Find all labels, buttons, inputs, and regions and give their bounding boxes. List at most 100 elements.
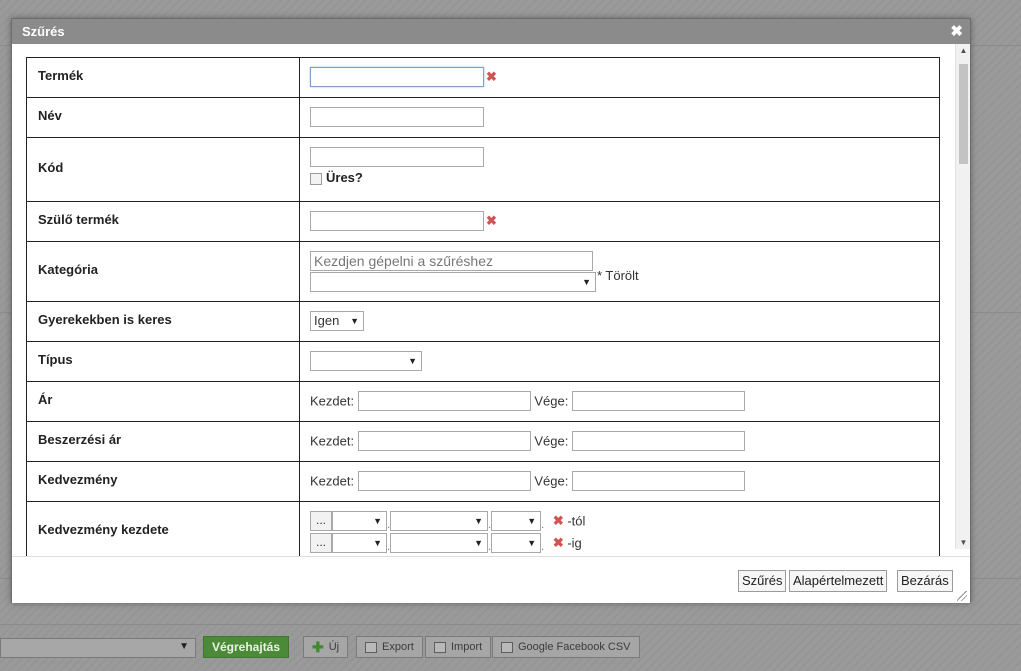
google-facebook-csv-button[interactable]: Google Facebook CSV (492, 636, 640, 658)
scroll-down-icon[interactable]: ▼ (956, 536, 971, 549)
torolt-label: * Törölt (597, 268, 639, 283)
kod-input[interactable] (310, 147, 484, 167)
chevron-down-icon: ▼ (179, 641, 189, 652)
row-gyerek: Gyerekekben is keres Igen ▼ (26, 301, 940, 342)
beszerzesi-end-label: Vége: (534, 433, 569, 449)
row-nev: Név (26, 97, 940, 138)
date-to-day-select[interactable]: ▼ (491, 533, 542, 553)
label-szulo-termek: Szülő termék (26, 201, 300, 242)
nev-input[interactable] (310, 107, 484, 127)
ures-checkbox[interactable] (310, 172, 322, 185)
dialog-footer: Szűrés Alapértelmezett Bezárás (12, 556, 970, 603)
date-from-picker-button[interactable]: ... (310, 511, 332, 531)
szulo-termek-input[interactable] (310, 211, 484, 231)
row-kedvezmeny-kezdete: Kedvezmény kezdete ... ▼. ▼. ▼. ✖ -tól ... ▼… (26, 501, 940, 556)
bg-divider (0, 624, 1021, 625)
import-icon (434, 641, 446, 653)
date-to-label: -ig (567, 535, 582, 551)
row-szulo: Szülő termék ✖ (26, 201, 940, 242)
kedvezmeny-start-input[interactable] (357, 471, 531, 491)
chevron-down-icon: ▼ (582, 277, 591, 287)
chevron-down-icon: ▼ (373, 538, 382, 548)
row-beszerzesi: Beszerzési ár Kezdet: Vége: (26, 421, 940, 462)
dialog-title: Szűrés (22, 24, 65, 39)
date-from-year-select[interactable]: ▼ (332, 511, 387, 531)
date-from-month-select[interactable]: ▼ (390, 511, 489, 531)
kedvezmeny-end-label: Vége: (534, 473, 569, 489)
row-tipus: Típus ▼ (26, 341, 940, 382)
clear-x-icon[interactable]: ✖ (486, 213, 497, 228)
plus-icon: ✚ (312, 639, 324, 655)
row-ar: Ár Kezdet: Vége: (26, 381, 940, 422)
default-button[interactable]: Alapértelmezett (789, 570, 888, 592)
clear-x-icon[interactable]: ✖ (553, 535, 564, 550)
beszerzesi-start-input[interactable] (357, 431, 531, 451)
date-from-row: ... ▼. ▼. ▼. ✖ -tól (310, 511, 929, 531)
label-kategoria: Kategória (26, 241, 300, 302)
ar-end-label: Vége: (534, 393, 569, 409)
date-to-row: ... ▼. ▼. ▼. ✖ -ig (310, 533, 929, 553)
execute-button-label: Végrehajtás (212, 640, 281, 654)
label-gyerekekben: Gyerekekben is keres (26, 301, 300, 342)
close-icon[interactable]: ✖ (950, 19, 963, 44)
date-to-year-select[interactable]: ▼ (332, 533, 387, 553)
row-kod: Kód Üres? (26, 137, 940, 202)
resize-grip-icon[interactable] (957, 591, 967, 601)
bg-bulk-action-select[interactable]: ▼ (0, 638, 196, 658)
clear-x-icon[interactable]: ✖ (486, 69, 497, 84)
label-nev: Név (26, 97, 300, 138)
date-to-picker-button[interactable]: ... (310, 533, 332, 553)
ar-start-label: Kezdet: (310, 393, 355, 409)
chevron-down-icon: ▼ (474, 516, 484, 526)
chevron-down-icon: ▼ (527, 538, 537, 548)
kedvezmeny-end-input[interactable] (571, 471, 745, 491)
chevron-down-icon: ▼ (527, 516, 537, 526)
filter-button[interactable]: Szűrés (738, 570, 787, 592)
gyerekekben-select[interactable]: Igen ▼ (310, 311, 364, 331)
chevron-down-icon: ▼ (373, 516, 382, 526)
beszerzesi-end-input[interactable] (571, 431, 745, 451)
row-kategoria: Kategória Kezdjen gépelni a szűréshez ▼ *… (26, 241, 940, 302)
filter-form-table: Termék ✖ Név Kód Üres? Szülő termék ✖ Ka… (26, 57, 940, 556)
scroll-up-icon[interactable]: ▲ (956, 44, 971, 57)
ar-end-input[interactable] (571, 391, 745, 411)
export-button[interactable]: Export (356, 636, 423, 658)
execute-button[interactable]: Végrehajtás (203, 636, 290, 658)
label-kod: Kód (26, 137, 300, 202)
csv-icon (501, 641, 513, 653)
label-beszerzesi-ar: Beszerzési ár (26, 421, 300, 462)
termek-input[interactable] (310, 67, 484, 87)
filter-dialog: Szűrés ✖ Termék ✖ Név Kód Üres? Szülő te… (11, 18, 971, 603)
ures-label: Üres? (326, 170, 363, 185)
label-ar: Ár (26, 381, 300, 422)
clear-x-icon[interactable]: ✖ (553, 513, 564, 528)
dialog-titlebar[interactable]: Szűrés ✖ (12, 19, 970, 44)
new-button[interactable]: ✚ Új (303, 636, 349, 658)
kategoria-search-input[interactable]: Kezdjen gépelni a szűréshez (310, 251, 593, 271)
chevron-down-icon: ▼ (474, 538, 484, 548)
kedvezmeny-start-label: Kezdet: (310, 473, 355, 489)
ar-start-input[interactable] (357, 391, 531, 411)
import-button[interactable]: Import (425, 636, 492, 658)
tipus-select[interactable]: ▼ (310, 351, 422, 371)
date-from-label: -tól (567, 513, 586, 529)
label-kedvezmeny-kezdete: Kedvezmény kezdete (26, 501, 300, 556)
gyerekekben-value: Igen (314, 313, 340, 328)
row-kedvezmeny: Kedvezmény Kezdet: Vége: (26, 461, 940, 502)
date-from-day-select[interactable]: ▼ (491, 511, 542, 531)
scroll-thumb[interactable] (959, 64, 968, 164)
row-termek: Termék ✖ (26, 57, 940, 98)
kategoria-select[interactable]: ▼ (310, 272, 596, 292)
dialog-content: Termék ✖ Név Kód Üres? Szülő termék ✖ Ka… (12, 44, 970, 556)
close-button[interactable]: Bezárás (897, 570, 953, 592)
dialog-scrollbar[interactable]: ▲ ▼ (955, 44, 970, 549)
gfb-button-label: Google Facebook CSV (518, 641, 631, 653)
new-button-label: Új (328, 641, 340, 653)
date-to-month-select[interactable]: ▼ (390, 533, 489, 553)
label-kedvezmeny: Kedvezmény (26, 461, 300, 502)
export-button-label: Export (382, 641, 414, 653)
chevron-down-icon: ▼ (350, 316, 359, 326)
beszerzesi-start-label: Kezdet: (310, 433, 355, 449)
label-termek: Termék (26, 57, 300, 98)
label-tipus: Típus (26, 341, 300, 382)
